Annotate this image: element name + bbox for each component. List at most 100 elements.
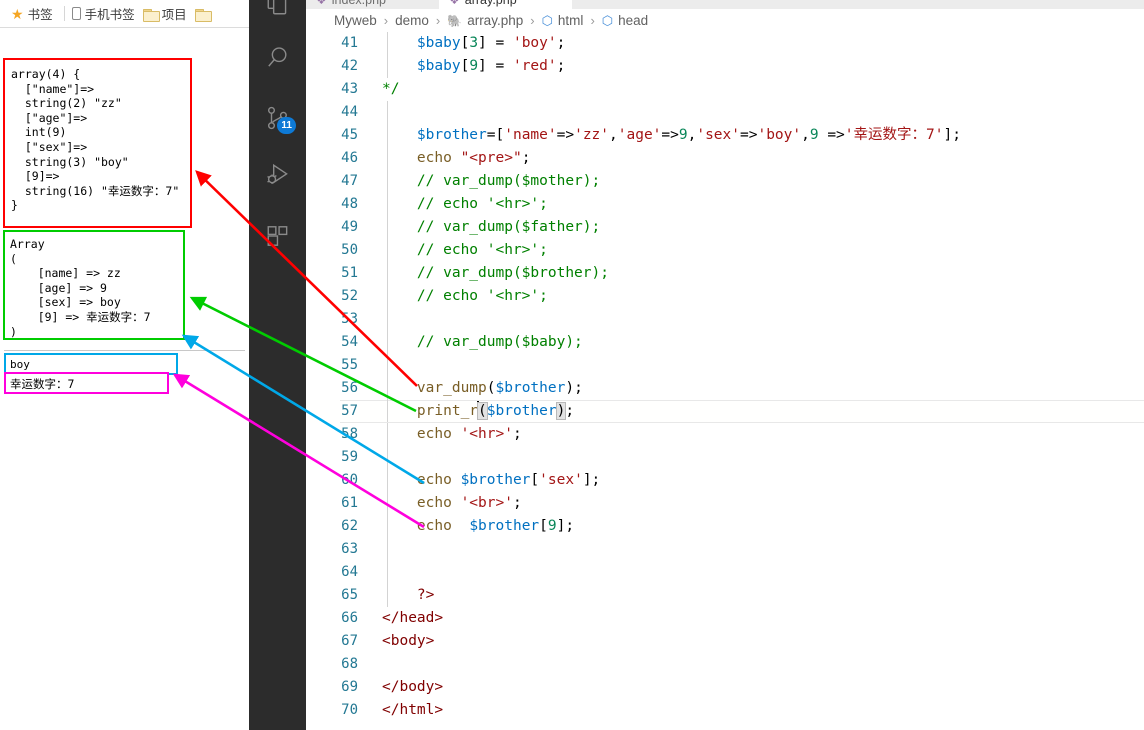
code-line[interactable]: 43 */ (306, 78, 1144, 101)
tab-array-php[interactable]: ❖ array.php (439, 0, 572, 9)
bookmark-item-project[interactable]: 项目 (141, 2, 193, 25)
code-token: => (740, 127, 758, 143)
line-number: 59 (341, 449, 358, 465)
line-number: 64 (341, 564, 358, 580)
code-text: */ (382, 78, 399, 101)
code-line[interactable]: 60 echo $brother['sex']; (306, 469, 1144, 492)
code-line[interactable]: 61 echo '<br>'; (306, 492, 1144, 515)
code-token: 'sex' (539, 472, 583, 488)
line-number: 49 (341, 219, 358, 235)
code-line[interactable]: 48 // echo '<hr>'; (306, 193, 1144, 216)
breadcrumb: Myweb › demo › 🐘 array.php › ⬡ html › ⬡ … (306, 9, 1144, 32)
code-line[interactable]: 52 // echo '<hr>'; (306, 285, 1144, 308)
breadcrumb-item-html[interactable]: ⬡ html (540, 13, 586, 29)
code-line[interactable]: 51 // var_dump($brother); (306, 262, 1144, 285)
code-token: // echo '<hr>'; (382, 288, 548, 304)
code-token: $baby (416, 58, 461, 74)
bookmark-item-shuqian[interactable]: ★ 书签 (9, 2, 59, 25)
breadcrumb-item-array-php[interactable]: 🐘 array.php (445, 13, 525, 28)
code-line[interactable]: 46 echo "<pre>"; (306, 147, 1144, 170)
breadcrumb-item-myweb[interactable]: Myweb (332, 13, 379, 28)
code-editor: ❖ index.php ❖ array.php Myweb › demo › 🐘… (306, 0, 1144, 730)
breadcrumb-item-demo[interactable]: demo (393, 13, 431, 28)
code-token: // var_dump($brother); (382, 265, 609, 281)
run-debug-icon (264, 162, 292, 190)
code-line[interactable]: 67 <body> (306, 630, 1144, 653)
code-token: ] = (478, 35, 513, 51)
code-token: 9 (678, 127, 688, 143)
search-icon (265, 45, 291, 71)
breadcrumb-label: head (618, 13, 649, 28)
activity-item-source-control[interactable]: 11 (249, 94, 306, 142)
code-text: $baby[9] = 'red'; (382, 55, 565, 78)
indent-guide (387, 101, 388, 124)
code-text: echo '<br>'; (382, 492, 522, 515)
breadcrumb-item-head[interactable]: ⬡ head (600, 13, 650, 29)
screen-root: ★ 书签 手机书签 项目 array(4) { ["name"]=> strin… (0, 0, 1144, 730)
activity-item-extensions[interactable] (249, 212, 306, 260)
activity-item-search[interactable] (249, 34, 306, 82)
code-line[interactable]: 54 // var_dump($baby); (306, 331, 1144, 354)
line-number: 63 (341, 541, 358, 557)
code-token: // echo '<hr>'; (382, 196, 548, 212)
code-line[interactable]: 41 $baby[3] = 'boy'; (306, 32, 1144, 55)
bookmark-item-extra[interactable] (193, 6, 220, 22)
code-token: ; (556, 35, 566, 51)
code-line[interactable]: 45 $brother=['name'=>'zz','age'=>9,'sex'… (306, 124, 1144, 147)
line-number: 69 (341, 679, 358, 695)
code-text: echo '<hr>'; (382, 423, 522, 446)
code-line[interactable]: 64 (306, 561, 1144, 584)
code-line[interactable]: 59 (306, 446, 1144, 469)
echo-index9-output-box: 幸运数字：7 (4, 372, 169, 394)
tab-label: index.php (331, 0, 386, 7)
code-token: $baby (416, 35, 461, 51)
echo-sex-output-text: boy (10, 358, 30, 371)
tab-index-php[interactable]: ❖ index.php (306, 0, 439, 9)
code-line[interactable]: 58 echo '<hr>'; (306, 423, 1144, 446)
activity-item-explorer[interactable] (249, 0, 306, 28)
folder-icon (142, 8, 160, 22)
line-number: 65 (341, 587, 358, 603)
code-token: ; (521, 150, 531, 166)
code-line[interactable]: 70 </html> (306, 699, 1144, 722)
indent-guide (387, 308, 388, 331)
code-line[interactable]: 62 echo $brother[9]; (306, 515, 1144, 538)
code-line[interactable]: 63 (306, 538, 1144, 561)
code-token: // echo '<hr>'; (382, 242, 548, 258)
php-file-icon: ❖ (316, 0, 327, 7)
code-line[interactable]: 69 </body> (306, 676, 1144, 699)
code-line[interactable]: 44 (306, 101, 1144, 124)
code-token: ] = (478, 58, 513, 74)
line-number: 60 (341, 472, 358, 488)
line-number: 57 (341, 403, 358, 419)
code-token: </html> (382, 702, 444, 718)
bookmarks-bar: ★ 书签 手机书签 项目 (0, 0, 249, 28)
code-line[interactable]: 50 // echo '<hr>'; (306, 239, 1144, 262)
breadcrumb-label: demo (395, 13, 429, 28)
activity-item-run-debug[interactable] (249, 152, 306, 200)
code-line[interactable]: 49 // var_dump($father); (306, 216, 1144, 239)
code-token: '<hr>' (460, 426, 513, 442)
breadcrumb-separator: › (590, 13, 595, 28)
code-line[interactable]: 66 </head> (306, 607, 1144, 630)
code-line[interactable]: 57 print_r($brother); (306, 400, 1144, 423)
code-line[interactable]: 55 (306, 354, 1144, 377)
code-line[interactable]: 68 (306, 653, 1144, 676)
source-control-badge: 11 (277, 117, 296, 134)
code-line[interactable]: 65 ?> (306, 584, 1144, 607)
code-token: => (556, 127, 575, 143)
line-number: 53 (341, 311, 358, 327)
bookmark-item-mobile[interactable]: 手机书签 (70, 2, 141, 25)
line-number: 43 (341, 81, 358, 97)
code-token: </head> (382, 610, 444, 626)
code-token: 'name' (504, 127, 557, 143)
line-number: 41 (341, 35, 358, 51)
code-line[interactable]: 56 var_dump($brother); (306, 377, 1144, 400)
code-token: */ (382, 81, 400, 97)
code-line[interactable]: 53 (306, 308, 1144, 331)
code-token: '幸运数字：7' (844, 127, 944, 143)
code-content[interactable]: 41 $baby[3] = 'boy'; 42 $baby[9] = 'red';… (306, 32, 1144, 730)
code-line[interactable]: 42 $baby[9] = 'red'; (306, 55, 1144, 78)
code-line[interactable]: 47 // var_dump($mother); (306, 170, 1144, 193)
